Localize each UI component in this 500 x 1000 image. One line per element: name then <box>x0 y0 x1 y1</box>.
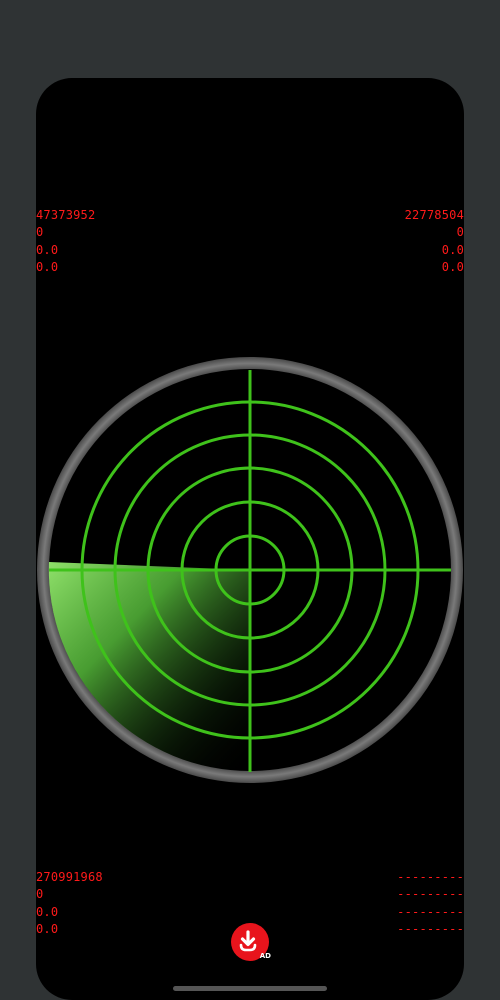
readout-value: 0.0 <box>36 259 59 274</box>
readout-value: --------- <box>397 887 464 902</box>
readout-top-left: 47373952 0 0.0 0.0 <box>36 207 95 276</box>
readout-value: 0 <box>456 225 464 240</box>
readout-value: 270991968 <box>36 870 103 884</box>
readout-bottom-left: 270991968 0 0.0 0.0 <box>36 869 103 938</box>
device-screen: 47373952 0 0.0 0.0 22778504 0 0.0 0.0 27… <box>36 78 464 1000</box>
readout-value: --------- <box>397 904 464 919</box>
readout-top-right: 22778504 0 0.0 0.0 <box>405 207 464 276</box>
readout-value: 22778504 <box>404 208 464 222</box>
readout-value: 0.0 <box>441 259 464 274</box>
readout-value: 0 <box>36 887 44 902</box>
ad-download-button[interactable]: AD <box>231 923 271 961</box>
radar-display <box>37 357 463 783</box>
readout-value: 0 <box>36 225 44 240</box>
home-indicator[interactable] <box>173 986 327 991</box>
readout-value: --------- <box>397 870 464 884</box>
ad-label: AD <box>259 952 271 960</box>
readout-value: 0.0 <box>36 242 59 257</box>
readout-value: --------- <box>397 921 464 936</box>
readout-value: 0.0 <box>36 904 59 919</box>
readout-value: 47373952 <box>36 208 96 222</box>
readout-value: 0.0 <box>36 921 59 936</box>
readout-bottom-right: --------- --------- --------- --------- <box>397 869 464 938</box>
readout-value: 0.0 <box>441 242 464 257</box>
